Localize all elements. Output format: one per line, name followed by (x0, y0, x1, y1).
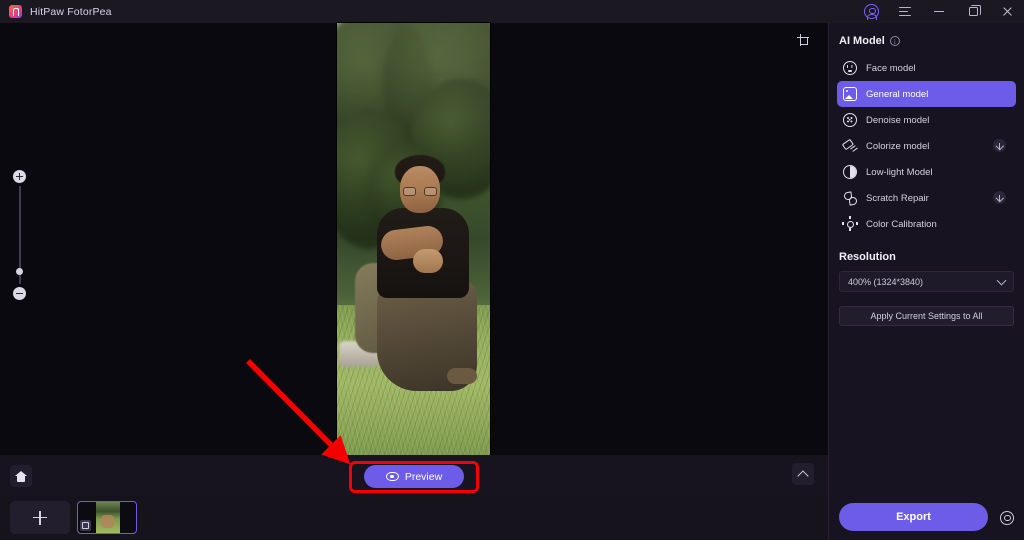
close-icon[interactable] (990, 0, 1024, 23)
zoom-slider[interactable] (11, 170, 29, 300)
chevron-down-icon (996, 275, 1007, 285)
zoom-slider-handle[interactable] (16, 268, 24, 275)
colorize-model-icon (843, 139, 857, 153)
export-row: Export (829, 502, 1024, 532)
model-option-face[interactable]: Face model (837, 55, 1016, 81)
home-icon[interactable] (10, 465, 32, 487)
plus-icon (33, 510, 47, 525)
add-image-button[interactable] (10, 501, 70, 534)
model-label: Low-light Model (866, 166, 933, 178)
plus-icon[interactable] (13, 170, 26, 183)
image-badge-icon (80, 520, 91, 531)
gear-icon[interactable] (998, 509, 1015, 526)
model-label: Colorize model (866, 140, 930, 152)
color-calibration-icon (843, 216, 857, 231)
title-bar: HitPaw FotorPea (0, 0, 1024, 23)
model-option-low-light[interactable]: Low-light Model (837, 159, 1016, 185)
scratch-repair-icon (843, 191, 857, 205)
download-icon[interactable] (993, 139, 1006, 152)
photo-preview[interactable] (337, 23, 490, 455)
ai-model-title: AI Model (839, 35, 885, 47)
window-controls (854, 0, 1024, 23)
minimize-icon[interactable] (922, 0, 956, 23)
app-window: HitPaw FotorPea Preview AI Model i Face … (0, 0, 1024, 540)
model-option-general[interactable]: General model (837, 81, 1016, 107)
model-option-color-calibration[interactable]: Color Calibration (837, 211, 1016, 237)
denoise-model-icon (843, 113, 857, 127)
minus-icon[interactable] (13, 287, 26, 300)
model-option-colorize[interactable]: Colorize model (837, 133, 1016, 159)
resolution-value: 400% (1324*3840) (848, 276, 924, 287)
model-label: Denoise model (866, 114, 930, 126)
model-option-scratch-repair[interactable]: Scratch Repair (837, 185, 1016, 211)
app-title: HitPaw FotorPea (30, 5, 112, 18)
model-label: Color Calibration (866, 218, 937, 230)
red-highlight-box (349, 461, 479, 493)
canvas-area (0, 23, 828, 455)
crop-icon[interactable] (792, 29, 814, 51)
export-button[interactable]: Export (839, 503, 988, 531)
apply-settings-to-all-button[interactable]: Apply Current Settings to All (839, 306, 1014, 326)
filmstrip-thumbnail[interactable] (77, 501, 137, 534)
ai-model-list: Face model General model Denoise model C… (829, 55, 1024, 237)
model-label: General model (866, 88, 929, 100)
face-model-icon (843, 61, 857, 75)
hitpaw-logo-icon (9, 5, 22, 18)
general-model-icon (843, 87, 857, 101)
model-option-denoise[interactable]: Denoise model (837, 107, 1016, 133)
info-icon[interactable]: i (889, 36, 900, 46)
filmstrip (0, 465, 828, 540)
chevron-up-icon[interactable] (792, 463, 814, 485)
download-icon[interactable] (993, 191, 1006, 204)
resolution-select[interactable]: 400% (1324*3840) (839, 271, 1014, 292)
settings-panel: AI Model i Face model General model Deno… (828, 23, 1024, 540)
hamburger-menu-icon[interactable] (888, 0, 922, 23)
low-light-model-icon (843, 165, 857, 179)
model-label: Face model (866, 62, 916, 74)
account-circle-icon[interactable] (854, 0, 888, 23)
maximize-restore-icon[interactable] (956, 0, 990, 23)
ai-model-header: AI Model i (829, 23, 1024, 47)
resolution-title: Resolution (839, 251, 896, 263)
model-label: Scratch Repair (866, 192, 929, 204)
